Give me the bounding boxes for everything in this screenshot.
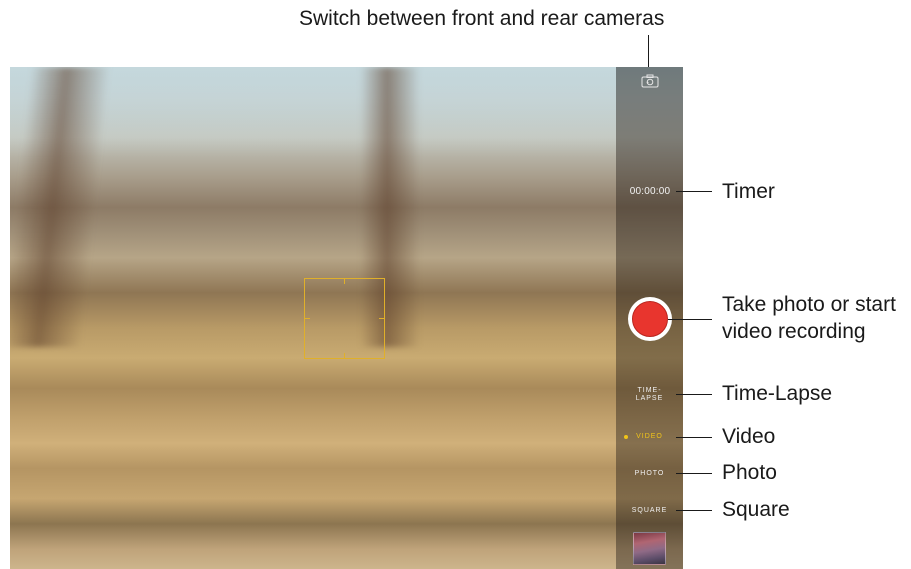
viewfinder[interactable] xyxy=(10,67,616,569)
mode-photo[interactable]: PHOTO xyxy=(616,470,683,478)
callout-line-video xyxy=(676,437,712,438)
focus-tick-bottom xyxy=(344,353,345,358)
camera-screen: 00:00:00 TIME- LAPSE VIDEO PHOTO SQUARE xyxy=(10,67,683,569)
focus-tick-left xyxy=(305,318,310,319)
callout-line-time-lapse xyxy=(676,394,712,395)
callout-shutter-line1: Take photo or start xyxy=(722,293,896,316)
mode-time-lapse-line1: TIME- xyxy=(637,387,662,394)
callout-line-photo xyxy=(676,473,712,474)
mode-square[interactable]: SQUARE xyxy=(616,507,683,515)
last-photo-thumbnail[interactable] xyxy=(633,532,666,565)
callout-timer: Timer xyxy=(722,180,775,203)
focus-box xyxy=(304,278,385,359)
camera-switch-icon[interactable] xyxy=(641,74,659,88)
callout-line-timer xyxy=(676,191,712,192)
record-button-red-dot xyxy=(632,301,668,337)
callout-photo: Photo xyxy=(722,461,777,484)
mode-time-lapse[interactable]: TIME- LAPSE xyxy=(616,387,683,403)
callout-switch-cameras: Switch between front and rear cameras xyxy=(299,7,665,30)
recording-timer: 00:00:00 xyxy=(629,186,671,197)
focus-tick-right xyxy=(379,318,384,319)
callout-shutter-line2: video recording xyxy=(722,320,866,343)
focus-tick-top xyxy=(344,279,345,284)
mode-video[interactable]: VIDEO xyxy=(616,433,683,441)
record-button[interactable] xyxy=(628,297,672,341)
callout-video: Video xyxy=(722,425,776,448)
camera-controls-sidebar: 00:00:00 TIME- LAPSE VIDEO PHOTO SQUARE xyxy=(616,67,683,569)
callout-time-lapse: Time-Lapse xyxy=(722,382,833,405)
callout-line-square xyxy=(676,510,712,511)
callout-square: Square xyxy=(722,498,790,521)
callout-line-shutter xyxy=(668,319,712,320)
mode-time-lapse-line2: LAPSE xyxy=(635,395,664,402)
